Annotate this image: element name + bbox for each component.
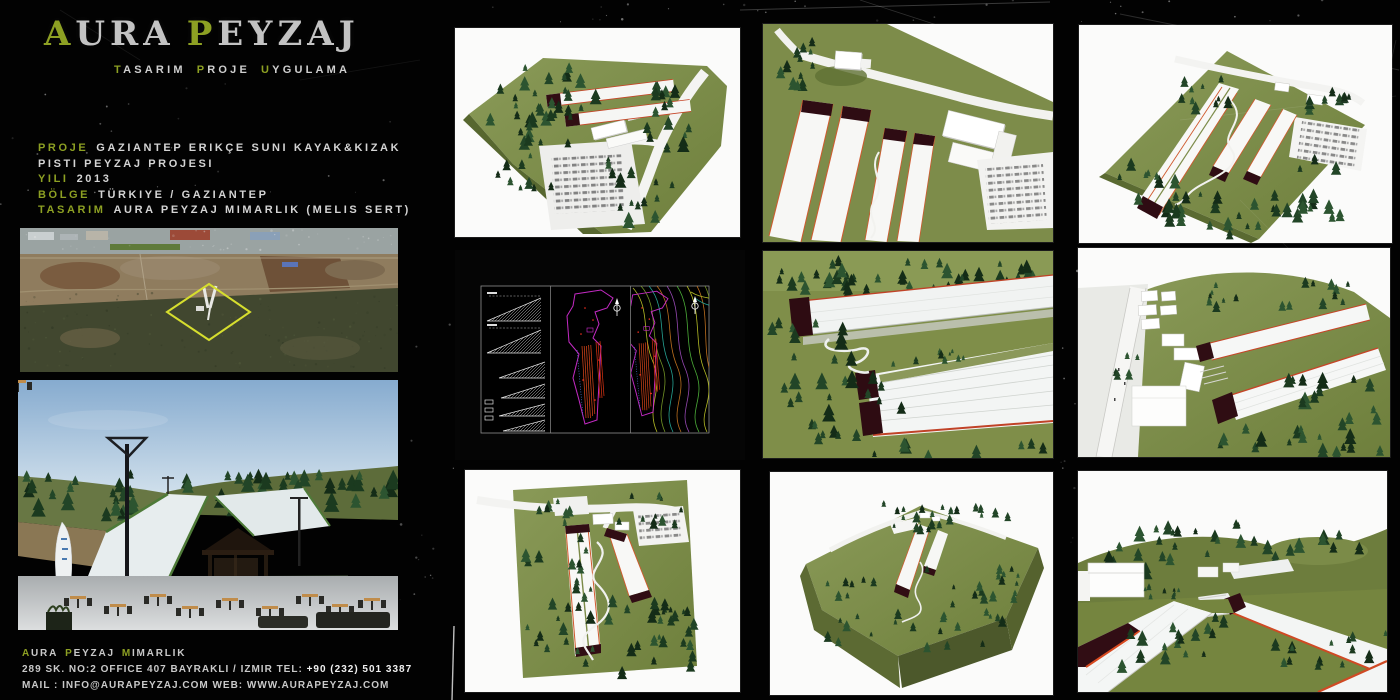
- brand-tagline: TASARIMPROJEUYGULAMA: [114, 64, 361, 76]
- contact-mailweb-line: MAIL : INFO@AURAPEYZAJ.COM WEB: WWW.AURA…: [22, 678, 412, 694]
- render-terrain-block: [770, 472, 1053, 695]
- brand-word-peyzaj: PEYZAJ: [187, 14, 360, 54]
- project-info-row: BÖLGETÜRKIYE / GAZIANTEP: [38, 188, 411, 204]
- project-info-row: TASARIMAURA PEYZAJ MIMARLIK (MELIS SERT): [38, 203, 411, 219]
- project-info-row: PROJEGAZIANTEP ERIKÇE SUNI KAYAK&KIZAK: [38, 141, 411, 157]
- render-plan-vertical: [465, 470, 740, 692]
- cad-drawing-sheet: [455, 250, 745, 460]
- render-slope-top-closeup: [763, 251, 1053, 458]
- brand-logo: AURA PEYZAJ: [44, 14, 360, 54]
- contact-firm-line: AURAPEYZAJMIMARLIK: [22, 646, 412, 662]
- site-satellite-photo: [20, 228, 398, 372]
- project-info: PROJEGAZIANTEP ERIKÇE SUNI KAYAK&KIZAK P…: [38, 141, 411, 219]
- phone-number: +90 (232) 501 3387: [307, 664, 413, 675]
- render-aerial-overview-west: [455, 28, 740, 237]
- project-info-row: PISTI PEYZAJ PROJESI: [38, 157, 411, 173]
- contact-block: AURAPEYZAJMIMARLIK 289 SK. NO:2 OFFICE 4…: [22, 646, 412, 694]
- site-ground-photo: [18, 380, 398, 630]
- project-info-row: YILI2013: [38, 172, 411, 188]
- render-plan-top-down: [763, 24, 1053, 242]
- brand-word-aura: AURA: [44, 14, 175, 54]
- contact-address-line: 289 SK. NO:2 OFFICE 407 BAYRAKLI / IZMIR…: [22, 662, 412, 678]
- render-base-area-view: [1078, 248, 1390, 457]
- render-aerial-overview-north: [1079, 25, 1392, 243]
- render-slope-perspective: [1078, 471, 1387, 692]
